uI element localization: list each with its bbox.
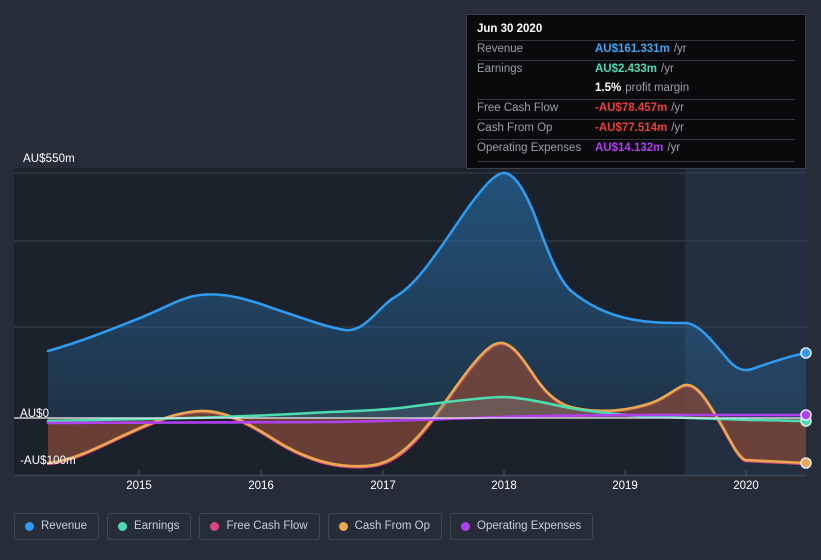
legend-item-operating-expenses[interactable]: Operating Expenses <box>450 513 594 540</box>
chart-legend: Revenue Earnings Free Cash Flow Cash Fro… <box>14 513 594 540</box>
legend-item-earnings[interactable]: Earnings <box>107 513 192 540</box>
tooltip-unit-cash-from-op: /yr <box>671 122 685 134</box>
tooltip-value-earnings: AU$2.433m <box>595 63 658 75</box>
tooltip-row-earnings: Earnings AU$2.433m /yr <box>477 60 795 80</box>
tooltip-value-free-cash-flow: -AU$78.457m <box>595 102 668 114</box>
legend-dot-revenue-icon <box>25 522 34 531</box>
x-axis-label-2020: 2020 <box>733 480 759 492</box>
legend-dot-earnings-icon <box>118 522 128 531</box>
tooltip-value-profit-margin: 1.5% <box>595 82 622 94</box>
tooltip-label-operating-expenses: Operating Expenses <box>477 142 582 154</box>
endpoint-cash-from-op <box>800 457 812 469</box>
legend-label-operating-expenses: Operating Expenses <box>477 519 582 532</box>
x-axis-label-2016: 2016 <box>248 480 274 492</box>
tooltip-unit-earnings: /yr <box>661 63 674 75</box>
tooltip-row-profit-margin: 1.5% profit margin <box>477 80 795 99</box>
legend-label-free-cash-flow: Free Cash Flow <box>226 519 308 532</box>
tooltip-label-revenue: Revenue <box>477 43 524 55</box>
x-axis-label-2017: 2017 <box>370 480 396 492</box>
tooltip-unit-profit-margin: profit margin <box>625 82 690 94</box>
x-axis-label-2015: 2015 <box>126 480 152 492</box>
legend-label-earnings: Earnings <box>134 519 180 532</box>
legend-dot-free-cash-flow-icon <box>210 522 220 531</box>
tooltip-label-earnings: Earnings <box>477 63 523 75</box>
tooltip-unit-revenue: /yr <box>673 43 687 55</box>
x-axis-label-2018: 2018 <box>491 480 517 492</box>
legend-label-revenue: Revenue <box>41 519 88 532</box>
chart-tooltip: Jun 30 2020 Revenue AU$161.331m /yr Earn… <box>466 14 806 169</box>
x-axis-label-2019: 2019 <box>612 480 638 492</box>
chart-page: AU$550m AU$0 -AU$100m 2015 2016 2017 201… <box>0 0 821 560</box>
legend-dot-cash-from-op-icon <box>338 522 348 531</box>
y-axis-label-min: -AU$100m <box>20 455 76 467</box>
legend-item-free-cash-flow[interactable]: Free Cash Flow <box>199 513 320 540</box>
tooltip-row-free-cash-flow: Free Cash Flow -AU$78.457m /yr <box>477 99 795 119</box>
legend-dot-operating-expenses-icon <box>461 522 471 531</box>
tooltip-bottom-divider <box>477 161 795 162</box>
y-axis-label-zero: AU$0 <box>20 408 50 420</box>
legend-label-cash-from-op: Cash From Op <box>354 519 431 532</box>
tooltip-date: Jun 30 2020 <box>477 23 543 35</box>
legend-item-revenue[interactable]: Revenue <box>14 513 100 540</box>
tooltip-unit-operating-expenses: /yr <box>667 142 681 154</box>
tooltip-label-cash-from-op: Cash From Op <box>477 122 553 134</box>
endpoint-revenue <box>800 347 812 359</box>
endpoint-operating-expenses <box>800 409 812 421</box>
tooltip-value-operating-expenses: AU$14.132m <box>595 142 664 154</box>
tooltip-label-free-cash-flow: Free Cash Flow <box>477 102 559 114</box>
tooltip-value-revenue: AU$161.331m <box>595 43 670 55</box>
tooltip-row-revenue: Revenue AU$161.331m /yr <box>477 40 795 60</box>
tooltip-row-cash-from-op: Cash From Op -AU$77.514m /yr <box>477 119 795 139</box>
tooltip-value-cash-from-op: -AU$77.514m <box>595 122 668 134</box>
tooltip-unit-free-cash-flow: /yr <box>671 102 685 114</box>
tooltip-row-operating-expenses: Operating Expenses AU$14.132m /yr <box>477 139 795 159</box>
legend-item-cash-from-op[interactable]: Cash From Op <box>327 513 443 540</box>
y-axis-label-max: AU$550m <box>23 153 75 165</box>
